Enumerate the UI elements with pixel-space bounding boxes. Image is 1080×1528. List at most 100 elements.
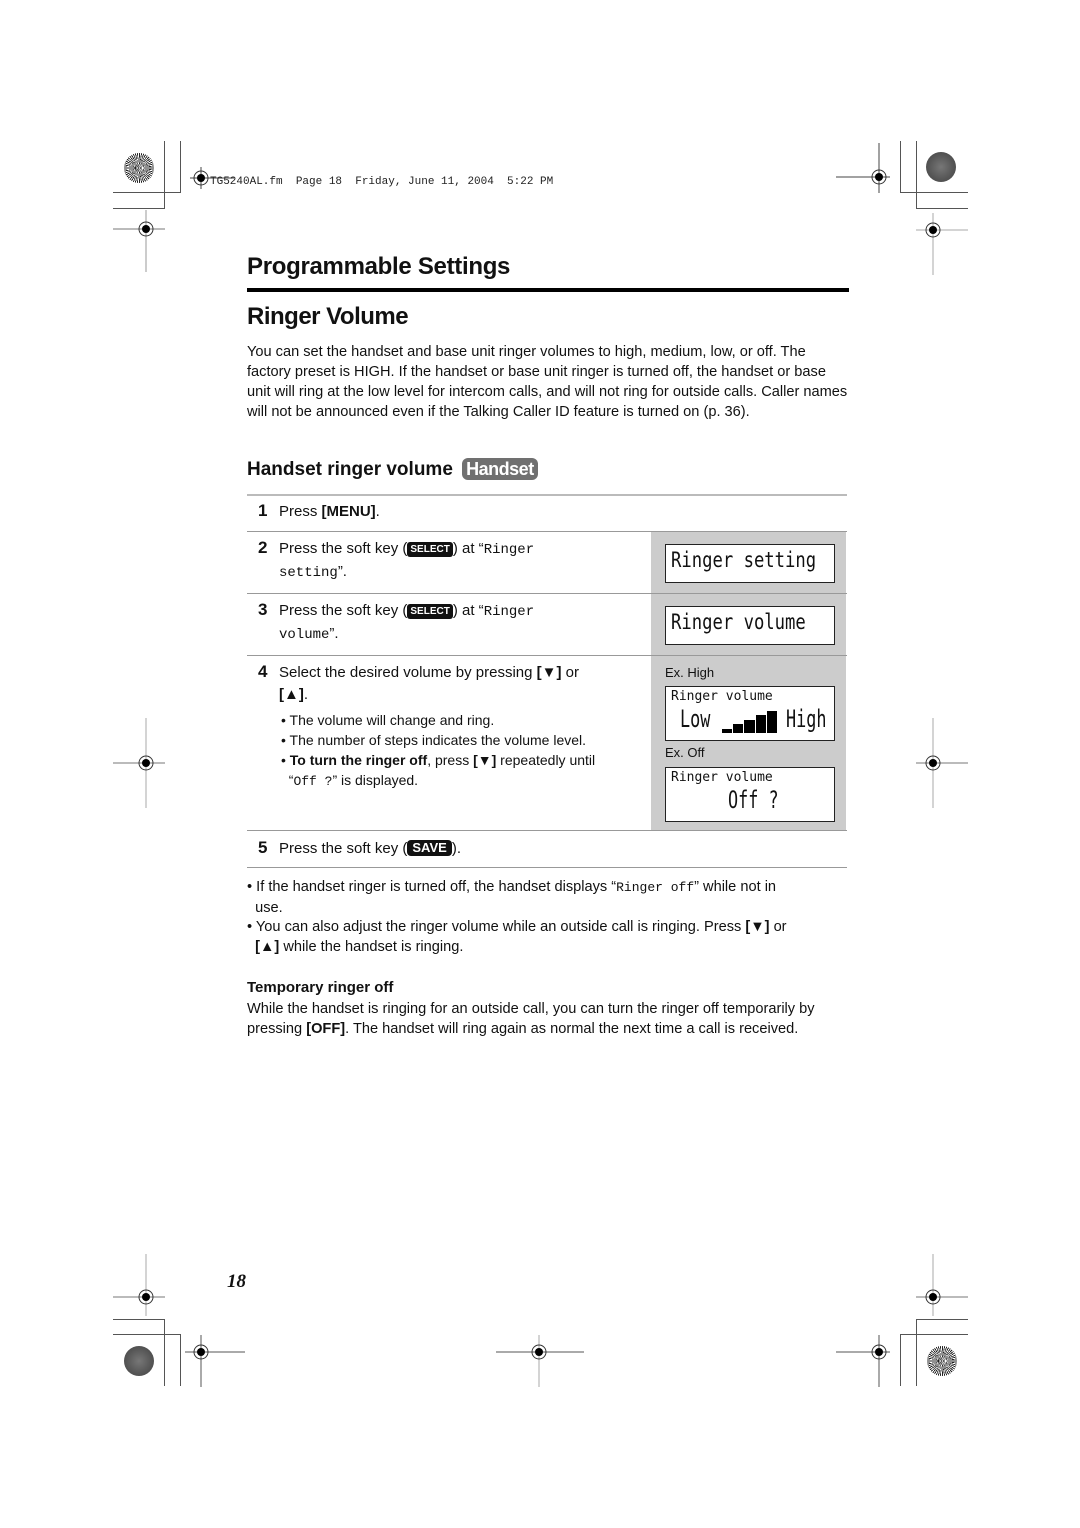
crop-line <box>916 1319 917 1386</box>
crop-line <box>916 141 917 208</box>
crop-line <box>900 141 901 192</box>
display-text: Ringer <box>483 542 535 558</box>
crop-line <box>900 1334 968 1335</box>
step-number: 2 <box>258 538 268 557</box>
crop-line <box>180 1334 181 1386</box>
step-text: Press <box>279 503 322 520</box>
bullet-text: The volume will change and ring. <box>289 712 495 728</box>
down-key-icon: [▼] <box>473 752 497 768</box>
crop-line <box>916 1319 968 1320</box>
bullet-text: repeatedly until <box>496 752 596 768</box>
paragraph-text: . The handset will ring again as normal … <box>345 1021 799 1037</box>
bullet-text: ” is displayed. <box>332 772 419 788</box>
step-text: or <box>561 664 579 681</box>
note-adjust-while-ringing: • You can also adjust the ringer volume … <box>247 919 787 955</box>
step-text: ”. <box>329 625 339 642</box>
bullet-text: To turn the ringer off <box>289 752 428 768</box>
step-4-bullet: • To turn the ringer off, press [▼] repe… <box>281 752 596 789</box>
registration-mark-icon <box>113 718 165 808</box>
table-rule <box>247 867 847 868</box>
up-key-icon: [▲] <box>279 686 304 703</box>
crop-line <box>113 192 181 193</box>
save-softkey-icon: SAVE <box>407 840 452 856</box>
registration-mark-icon <box>113 210 165 272</box>
step-text: ”. <box>337 563 347 580</box>
display-text: Ringer off <box>616 880 695 895</box>
bullet-text: , press <box>427 752 474 768</box>
display-text: Ringer volume <box>671 610 806 634</box>
down-key-icon: [▼] <box>536 664 562 681</box>
note-text: while the handset is ringing. <box>279 939 464 955</box>
crop-line <box>900 192 968 193</box>
crop-line <box>113 1319 165 1320</box>
section-rule <box>247 288 849 292</box>
note-ringer-off: • If the handset ringer is turned off, t… <box>247 879 777 916</box>
step-text: Press the soft key ( <box>279 602 408 619</box>
handset-badge: Handset <box>462 458 538 480</box>
down-key-icon: [▼] <box>745 919 770 935</box>
file-info: TG5240AL.fm Page 18 Friday, June 11, 200… <box>210 176 554 188</box>
step-text: ). <box>451 840 461 857</box>
step-number: 4 <box>258 662 268 681</box>
volume-step-bar <box>755 715 766 733</box>
note-text: or <box>769 919 787 935</box>
step-4-bullet: • The volume will change and ring. <box>281 712 495 728</box>
volume-step-bar <box>744 719 755 733</box>
step-text: . <box>303 686 309 703</box>
volume-low-label: Low <box>680 705 711 733</box>
step-2: 2 Press the soft key (SELECT) at “Ringer … <box>258 537 534 584</box>
display-text: Off ? <box>293 774 333 789</box>
volume-step-bar <box>722 728 733 733</box>
display-volume-off: Ringer volume Off ? <box>665 767 835 822</box>
table-rule <box>247 531 847 532</box>
step-5: 5 Press the soft key (SAVE). <box>258 837 461 860</box>
step-text: ) at “ <box>452 540 484 557</box>
registration-mark-icon <box>836 1335 890 1387</box>
step-4: 4 Select the desired volume by pressing [… <box>258 661 579 706</box>
registration-mark-icon <box>836 143 890 193</box>
example-off-label: Ex. Off <box>665 745 705 760</box>
registration-mark-icon <box>113 1254 165 1316</box>
table-rule <box>247 655 847 656</box>
registration-disc-icon <box>927 1346 957 1376</box>
select-softkey-icon: SELECT <box>407 604 453 619</box>
menu-key: [MENU] <box>321 503 376 520</box>
note-text: ” while not in <box>694 879 777 895</box>
example-high-label: Ex. High <box>665 665 715 680</box>
display-ringer-setting: Ringer setting <box>665 544 835 583</box>
display-ringer-volume: Ringer volume <box>665 606 835 645</box>
registration-disc-icon <box>926 152 956 182</box>
subsection-title-text: Handset ringer volume <box>247 459 453 480</box>
step-number: 1 <box>258 501 268 520</box>
note-text: use. <box>255 900 283 916</box>
crop-line <box>164 141 165 208</box>
off-key: [OFF] <box>306 1021 346 1037</box>
display-text: Ringer <box>483 604 535 620</box>
crop-line <box>180 141 181 192</box>
step-number: 3 <box>258 600 268 619</box>
display-text: Ringer volume <box>671 689 773 704</box>
temporary-ringer-off-text: While the handset is ringing for an outs… <box>247 999 851 1039</box>
step-number: 5 <box>258 838 268 857</box>
step-3: 3 Press the soft key (SELECT) at “Ringer … <box>258 599 534 646</box>
crop-line <box>900 1334 901 1386</box>
volume-step-bar <box>733 724 744 733</box>
display-text: setting <box>279 565 338 581</box>
step-4-bullet: • The number of steps indicates the volu… <box>281 732 587 748</box>
volume-steps-indicator <box>722 711 778 733</box>
up-key-icon: [▲] <box>255 939 280 955</box>
display-volume-high: Ringer volume Low High <box>665 686 835 741</box>
display-text: Ringer setting <box>671 548 817 572</box>
section-title: Programmable Settings <box>247 253 511 280</box>
table-rule <box>247 830 847 831</box>
bullet-text: The number of steps indicates the volume… <box>289 732 587 748</box>
table-rule <box>247 593 847 594</box>
registration-disc-icon <box>124 153 154 183</box>
step-1: 1 Press [MENU]. <box>258 500 380 523</box>
display-text: Off ? <box>728 786 779 814</box>
page-heading: Ringer Volume <box>247 303 409 330</box>
intro-paragraph: You can set the handset and base unit ri… <box>247 344 848 420</box>
step-text: Press the soft key ( <box>279 840 408 857</box>
step-text: Select the desired volume by pressing <box>279 664 537 681</box>
registration-mark-icon <box>496 1335 584 1387</box>
